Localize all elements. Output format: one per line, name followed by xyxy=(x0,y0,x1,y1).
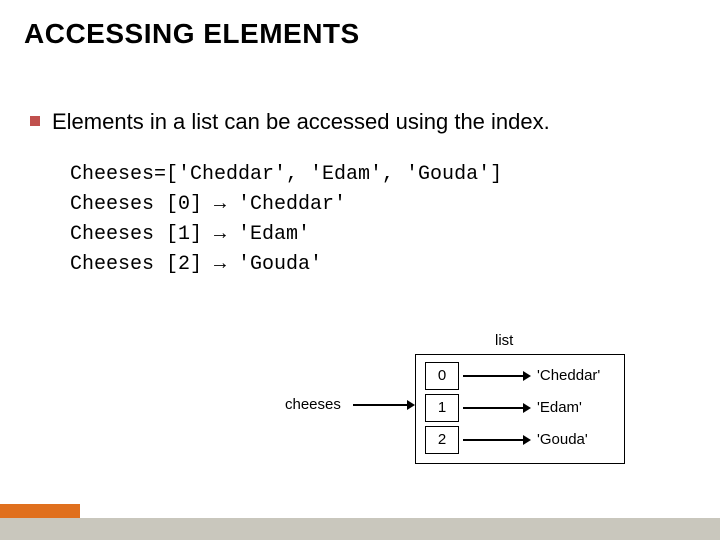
arrowhead-icon xyxy=(523,371,531,381)
bullet-marker-icon xyxy=(30,116,40,126)
slide-title: ACCESSING ELEMENTS xyxy=(24,18,360,50)
arrow-icon xyxy=(463,407,523,409)
arrowhead-icon xyxy=(407,400,415,410)
index-cell: 2 xyxy=(425,426,459,454)
value-label: 'Cheddar' xyxy=(537,367,600,384)
footer-accent-gray xyxy=(0,518,720,540)
footer-accent-orange xyxy=(0,504,80,518)
code-line: Cheeses [0] → 'Cheddar' xyxy=(70,193,346,216)
list-diagram: list cheeses 0 1 2 'Cheddar' 'Edam' 'Gou… xyxy=(285,330,635,480)
list-type-label: list xyxy=(495,332,513,349)
index-cell: 1 xyxy=(425,394,459,422)
bullet-item: Elements in a list can be accessed using… xyxy=(30,108,550,137)
bullet-text: Elements in a list can be accessed using… xyxy=(52,108,550,137)
arrowhead-icon xyxy=(523,435,531,445)
slide: ACCESSING ELEMENTS Elements in a list ca… xyxy=(0,0,720,540)
arrow-icon xyxy=(463,439,523,441)
arrow-icon xyxy=(463,375,523,377)
code-line: Cheeses=['Cheddar', 'Edam', 'Gouda'] xyxy=(70,163,502,186)
arrowhead-icon xyxy=(523,403,531,413)
arrow-icon xyxy=(353,404,407,406)
variable-name-label: cheeses xyxy=(285,396,341,413)
code-block: Cheeses=['Cheddar', 'Edam', 'Gouda'] Che… xyxy=(70,160,502,280)
value-label: 'Gouda' xyxy=(537,431,588,448)
value-label: 'Edam' xyxy=(537,399,582,416)
code-line: Cheeses [2] → 'Gouda' xyxy=(70,253,322,276)
index-cell: 0 xyxy=(425,362,459,390)
code-line: Cheeses [1] → 'Edam' xyxy=(70,223,310,246)
